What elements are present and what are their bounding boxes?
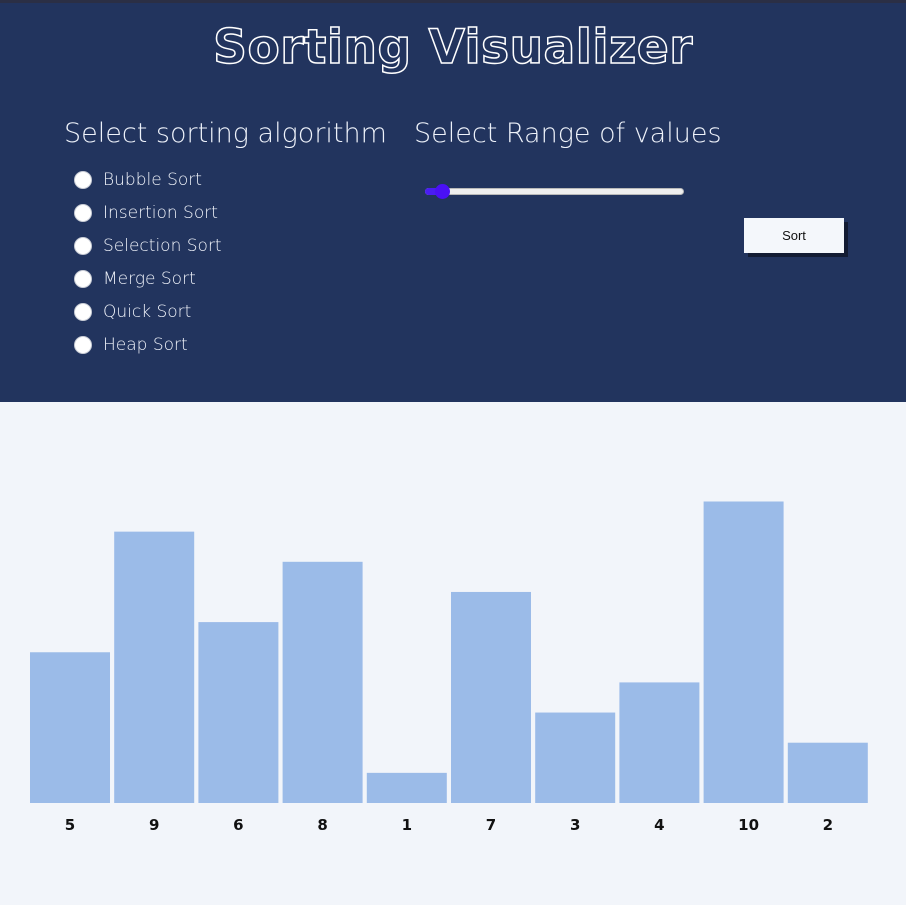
radio-quick-sort[interactable]: Quick Sort [74,299,191,325]
radio-button[interactable] [74,270,92,288]
bar-label-6: 6 [233,816,243,834]
bar-3 [535,712,616,803]
radio-label: Insertion Sort [103,203,218,223]
bar-label-3: 3 [570,816,580,834]
bar-label-1: 1 [402,816,412,834]
radio-button[interactable] [74,204,92,222]
bar-1 [366,772,447,803]
bar-7 [451,591,531,803]
bar-10 [703,501,784,803]
bar-chart: 5 9 6 8 1 7 3 4 10 2 [30,501,868,834]
bar-9 [114,531,195,803]
radio-label: Quick Sort [103,302,192,322]
bar-8 [282,561,363,803]
algorithm-heading: Select sorting algorithm [64,118,387,149]
radio-merge-sort[interactable]: Merge Sort [74,266,196,292]
radio-insertion-sort[interactable]: Insertion Sort [74,200,218,226]
bar-4 [619,682,700,803]
top-border [0,0,906,3]
bar-label-5: 5 [65,816,75,834]
bar-label-4: 4 [654,816,664,834]
header-panel: Sorting Visualizer Select sorting algori… [0,0,906,402]
radio-button[interactable] [74,171,92,189]
bar-5 [30,652,110,803]
radio-bubble-sort[interactable]: Bubble Sort [74,167,202,193]
radio-button[interactable] [74,237,92,255]
bar-label-10: 10 [738,816,759,834]
sort-button[interactable]: Sort [744,218,844,253]
bar-2 [787,742,868,803]
radio-selection-sort[interactable]: Selection Sort [74,233,222,259]
radio-label: Heap Sort [103,335,188,355]
radio-label: Merge Sort [103,269,196,289]
radio-label: Bubble Sort [103,170,202,190]
bar-label-8: 8 [317,816,327,834]
radio-button[interactable] [74,303,92,321]
bar-label-2: 2 [823,816,833,834]
radio-heap-sort[interactable]: Heap Sort [74,332,188,358]
bar-label-9: 9 [149,816,159,834]
page-title: Sorting Visualizer [212,19,693,76]
bar-6 [198,622,279,803]
radio-label: Selection Sort [103,236,222,256]
range-heading: Select Range of values [414,118,722,149]
range-slider-track[interactable] [425,188,684,195]
bar-label-7: 7 [486,816,496,834]
range-slider-thumb[interactable] [435,184,451,199]
radio-button[interactable] [74,336,92,354]
